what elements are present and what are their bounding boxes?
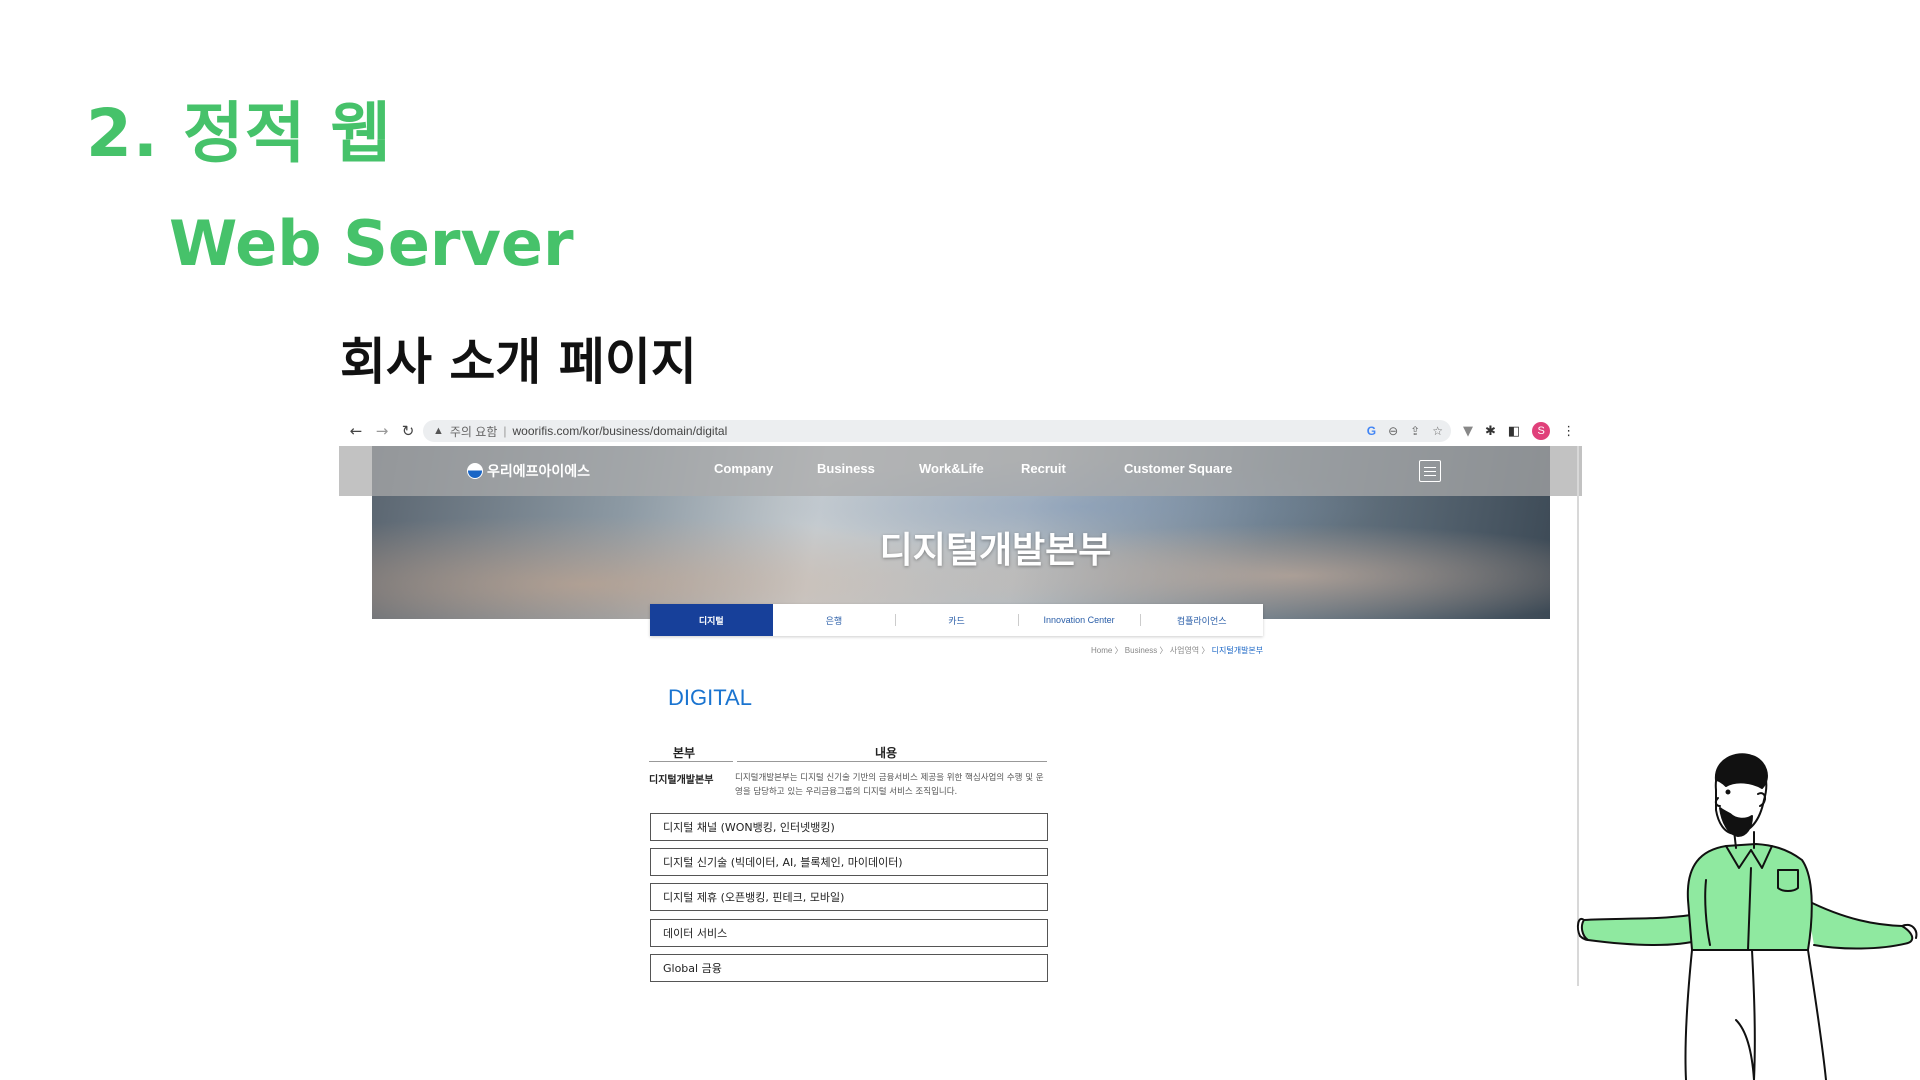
- breadcrumb-business[interactable]: Business: [1125, 646, 1157, 655]
- security-warning-label: 주의 요함: [449, 424, 498, 439]
- tab-card[interactable]: 카드: [895, 604, 1018, 636]
- tab-compliance[interactable]: 컴플라이언스: [1140, 604, 1263, 636]
- tab-bar: 디지털 은행 카드 Innovation Center 컴플라이언스: [650, 604, 1263, 636]
- address-bar[interactable]: ▲ 주의 요함 | woorifis.com/kor/business/doma…: [423, 420, 1451, 442]
- slide-heading-sub: Web Server: [169, 207, 574, 280]
- presenter-illustration: [1576, 753, 1918, 1080]
- breadcrumb: Home 〉 Business 〉 사업영역 〉 디지털개발본부: [1091, 646, 1264, 655]
- table-dept-cell: 디지털개발본부: [649, 775, 714, 786]
- browser-screenshot: ← → ↻ ▲ 주의 요함 | woorifis.com/kor/busines…: [339, 416, 1582, 986]
- nav-customer-square[interactable]: Customer Square: [1124, 461, 1232, 476]
- extension-filter-icon[interactable]: ▼: [1463, 424, 1473, 439]
- warning-icon: ▲: [433, 425, 444, 437]
- puzzle-extensions-icon[interactable]: ✱: [1485, 424, 1496, 439]
- list-item: 디지털 신기술 (빅데이터, AI, 블록체인, 마이데이터): [650, 848, 1048, 876]
- hero-title: 디지털개발본부: [879, 530, 1112, 571]
- slide-heading-main: 2. 정적 웹: [86, 95, 393, 172]
- breadcrumb-domain[interactable]: 사업영역: [1170, 646, 1199, 655]
- bookmark-star-icon[interactable]: ☆: [1432, 424, 1443, 438]
- nav-business[interactable]: Business: [817, 461, 875, 476]
- side-panel-icon[interactable]: ◧: [1508, 424, 1520, 439]
- profile-avatar[interactable]: S: [1532, 422, 1551, 440]
- logo-mark-icon: [467, 463, 483, 479]
- share-icon[interactable]: ⇪: [1410, 424, 1420, 438]
- address-separator: |: [503, 424, 507, 438]
- col-dept-header: 본부: [673, 746, 696, 760]
- kebab-menu-icon[interactable]: ⋮: [1562, 424, 1575, 439]
- nav-company[interactable]: Company: [714, 461, 773, 476]
- site-logo-text: 우리에프아이에스: [487, 464, 591, 480]
- table-description-cell: 디지털개발본부는 디지털 신기술 기반의 금융서비스 제공을 위한 핵심사업의 …: [735, 773, 1044, 797]
- col-content-header: 내용: [875, 746, 898, 760]
- nav-work-life[interactable]: Work&Life: [919, 461, 984, 476]
- url-text[interactable]: woorifis.com/kor/business/domain/digital: [513, 424, 728, 438]
- hamburger-menu-icon[interactable]: [1419, 460, 1441, 482]
- tab-bank[interactable]: 은행: [773, 604, 896, 636]
- section-title: DIGITAL: [668, 685, 752, 710]
- list-item: 디지털 제휴 (오픈뱅킹, 핀테크, 모바일): [650, 883, 1048, 911]
- table-header: 본부 내용: [649, 744, 1047, 762]
- tab-innovation-center[interactable]: Innovation Center: [1017, 604, 1141, 636]
- google-icon[interactable]: G: [1367, 424, 1376, 438]
- nav-recruit[interactable]: Recruit: [1021, 461, 1066, 476]
- breadcrumb-current: 디지털개발본부: [1211, 646, 1264, 655]
- tab-digital[interactable]: 디지털: [650, 604, 773, 636]
- site-logo[interactable]: 우리에프아이에스: [467, 461, 590, 481]
- back-arrow-icon[interactable]: ←: [343, 422, 369, 440]
- breadcrumb-home[interactable]: Home: [1091, 646, 1112, 655]
- slide-heading-page: 회사 소개 페이지: [340, 333, 697, 391]
- list-item: Global 금융: [650, 954, 1048, 982]
- reload-icon[interactable]: ↻: [395, 422, 421, 440]
- list-item: 데이터 서비스: [650, 919, 1048, 947]
- forward-arrow-icon[interactable]: →: [369, 422, 395, 440]
- zoom-icon[interactable]: ⊖: [1388, 424, 1398, 438]
- site-header: 우리에프아이에스 Company Business Work&Life Recr…: [339, 446, 1582, 496]
- list-item: 디지털 채널 (WON뱅킹, 인터넷뱅킹): [650, 813, 1048, 841]
